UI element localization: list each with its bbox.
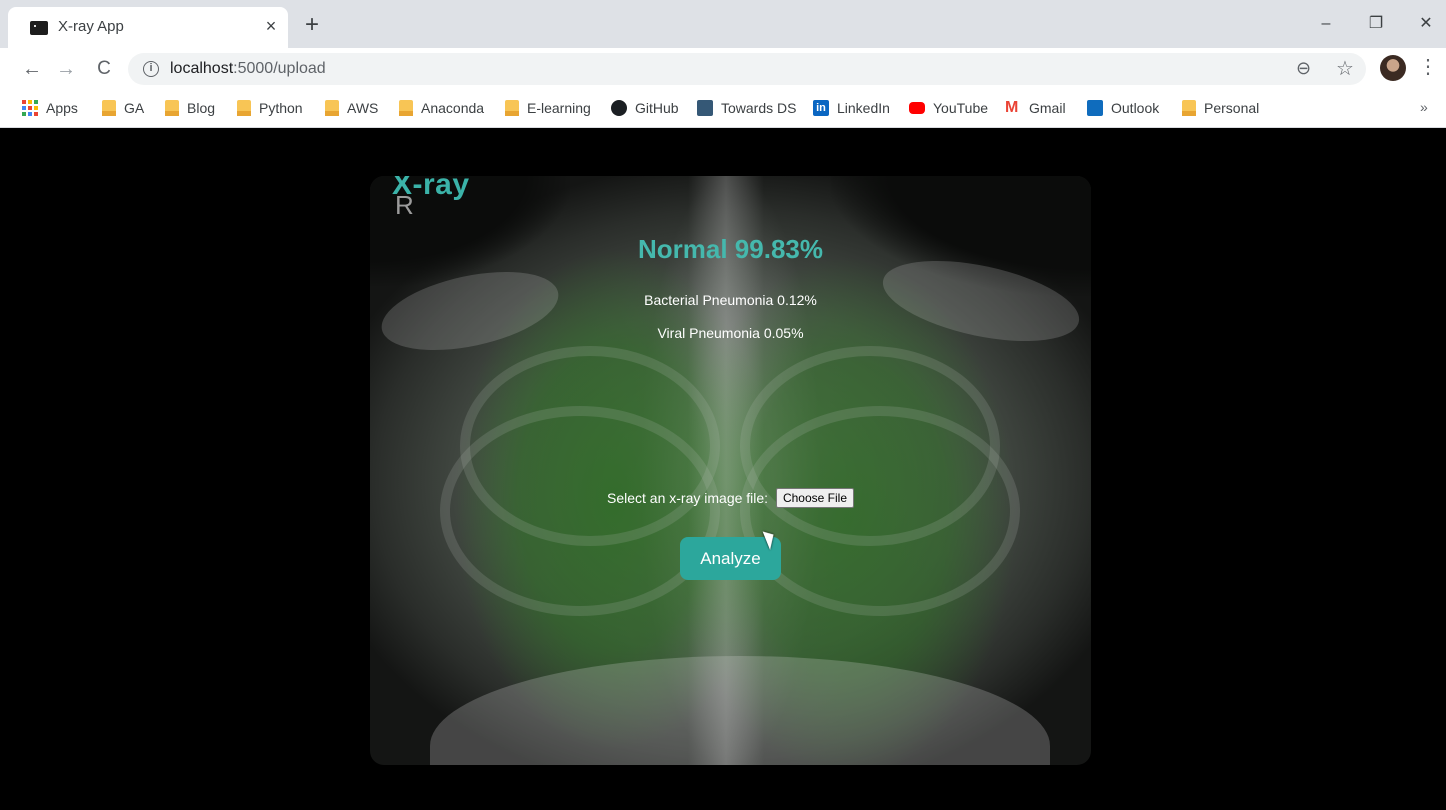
bookmark-apps[interactable]: Apps [22, 98, 78, 118]
profile-avatar[interactable] [1380, 55, 1406, 81]
browser-chrome: X-ray App × + – ❐ ✕ ← → C i localhost:50… [0, 0, 1446, 128]
bookmark-label: Anaconda [421, 100, 485, 116]
folder-icon [325, 100, 339, 116]
minimize-window-button[interactable]: – [1306, 10, 1346, 38]
close-tab-icon[interactable]: × [260, 15, 282, 37]
xray-rib-shape [440, 406, 720, 616]
bookmark-star-icon[interactable]: ☆ [1336, 56, 1354, 81]
towards-ds-icon [697, 100, 713, 116]
secondary-result-bacterial: Bacterial Pneumonia 0.12% [644, 292, 817, 308]
xray-diaphragm-shape [430, 656, 1050, 765]
bookmark-personal[interactable]: Personal [1182, 98, 1259, 118]
bookmark-outlook[interactable]: Outlook [1087, 98, 1159, 118]
new-tab-button[interactable]: + [298, 12, 326, 40]
tab-title: X-ray App [58, 18, 124, 35]
tab-xray-app[interactable]: X-ray App × [8, 7, 288, 48]
browser-toolbar: ← → C i localhost:5000/upload ⊖ ☆ ⋮ [0, 48, 1446, 90]
bookmark-blog[interactable]: Blog [165, 98, 215, 118]
folder-icon [1182, 100, 1196, 116]
bookmark-github[interactable]: GitHub [611, 98, 679, 118]
file-input-label: Select an x-ray image file: [607, 490, 769, 506]
bookmark-e-learning[interactable]: E-learning [505, 98, 591, 118]
analyze-button[interactable]: Analyze [680, 537, 781, 580]
bookmark-youtube[interactable]: YouTube [909, 98, 988, 118]
bookmark-label: Gmail [1029, 100, 1066, 116]
secondary-result-viral: Viral Pneumonia 0.05% [657, 325, 804, 341]
xray-rib-shape [740, 406, 1020, 616]
outlook-icon [1087, 100, 1103, 116]
address-bar[interactable]: i localhost:5000/upload ⊖ ☆ [128, 53, 1366, 85]
bookmark-towards-ds[interactable]: Towards DS [697, 98, 796, 118]
github-icon [611, 100, 627, 116]
close-window-button[interactable]: ✕ [1406, 10, 1446, 38]
folder-icon [399, 100, 413, 116]
bookmark-label: LinkedIn [837, 100, 890, 116]
bookmarks-bar: Apps GA Blog Python AWS Anaconda E-learn… [0, 90, 1446, 128]
xray-result-card: R X-ray Normal 99.83% Bacterial Pneumoni… [370, 176, 1091, 765]
linkedin-icon: in [813, 100, 829, 116]
bookmark-aws[interactable]: AWS [325, 98, 378, 118]
back-arrow-icon[interactable]: ← [18, 55, 46, 83]
info-icon[interactable]: i [143, 61, 159, 77]
bookmark-label: Personal [1204, 100, 1260, 116]
bookmark-label: GA [124, 100, 145, 116]
page-viewport: R X-ray Normal 99.83% Bacterial Pneumoni… [0, 128, 1446, 810]
bookmark-gmail[interactable]: M Gmail [1005, 98, 1066, 118]
bookmark-label: GitHub [635, 100, 679, 116]
folder-icon [505, 100, 519, 116]
terminal-favicon-icon [30, 21, 48, 35]
bookmark-ga[interactable]: GA [102, 98, 144, 118]
bookmark-anaconda[interactable]: Anaconda [399, 98, 484, 118]
choose-file-button[interactable]: Choose File [775, 488, 854, 508]
bookmark-label: Towards DS [721, 100, 797, 116]
tab-strip: X-ray App × + – ❐ ✕ [0, 0, 1446, 48]
url-path: :5000/upload [233, 60, 326, 77]
bookmark-linkedin[interactable]: in LinkedIn [813, 98, 890, 118]
file-upload-row: Select an x-ray image file: Choose File [370, 488, 1091, 508]
url-text[interactable]: localhost:5000/upload [170, 60, 326, 78]
forward-arrow-icon[interactable]: → [52, 55, 80, 83]
bookmarks-overflow-chevron-icon[interactable]: » [1420, 99, 1428, 115]
bookmark-label: AWS [347, 100, 379, 116]
restore-window-button[interactable]: ❐ [1356, 10, 1396, 38]
folder-icon [165, 100, 179, 116]
bookmark-label: Apps [46, 100, 78, 116]
bookmark-label: E-learning [527, 100, 591, 116]
bookmark-python[interactable]: Python [237, 98, 303, 118]
folder-icon [237, 100, 251, 116]
kebab-menu-icon[interactable]: ⋮ [1418, 54, 1438, 79]
app-logo: R X-ray [392, 176, 512, 228]
folder-icon [102, 100, 116, 116]
bookmark-label: Python [259, 100, 303, 116]
bookmark-label: Outlook [1111, 100, 1160, 116]
logo-text: X-ray [392, 176, 470, 201]
zoom-icon[interactable]: ⊖ [1296, 58, 1311, 79]
bookmark-label: Blog [187, 100, 216, 116]
apps-grid-icon [22, 100, 38, 116]
url-host: localhost [170, 60, 234, 77]
primary-result: Normal 99.83% [638, 234, 823, 264]
reload-icon[interactable]: C [90, 55, 118, 83]
youtube-icon [909, 102, 925, 114]
gmail-icon: M [1005, 99, 1019, 116]
bookmark-label: YouTube [933, 100, 989, 116]
